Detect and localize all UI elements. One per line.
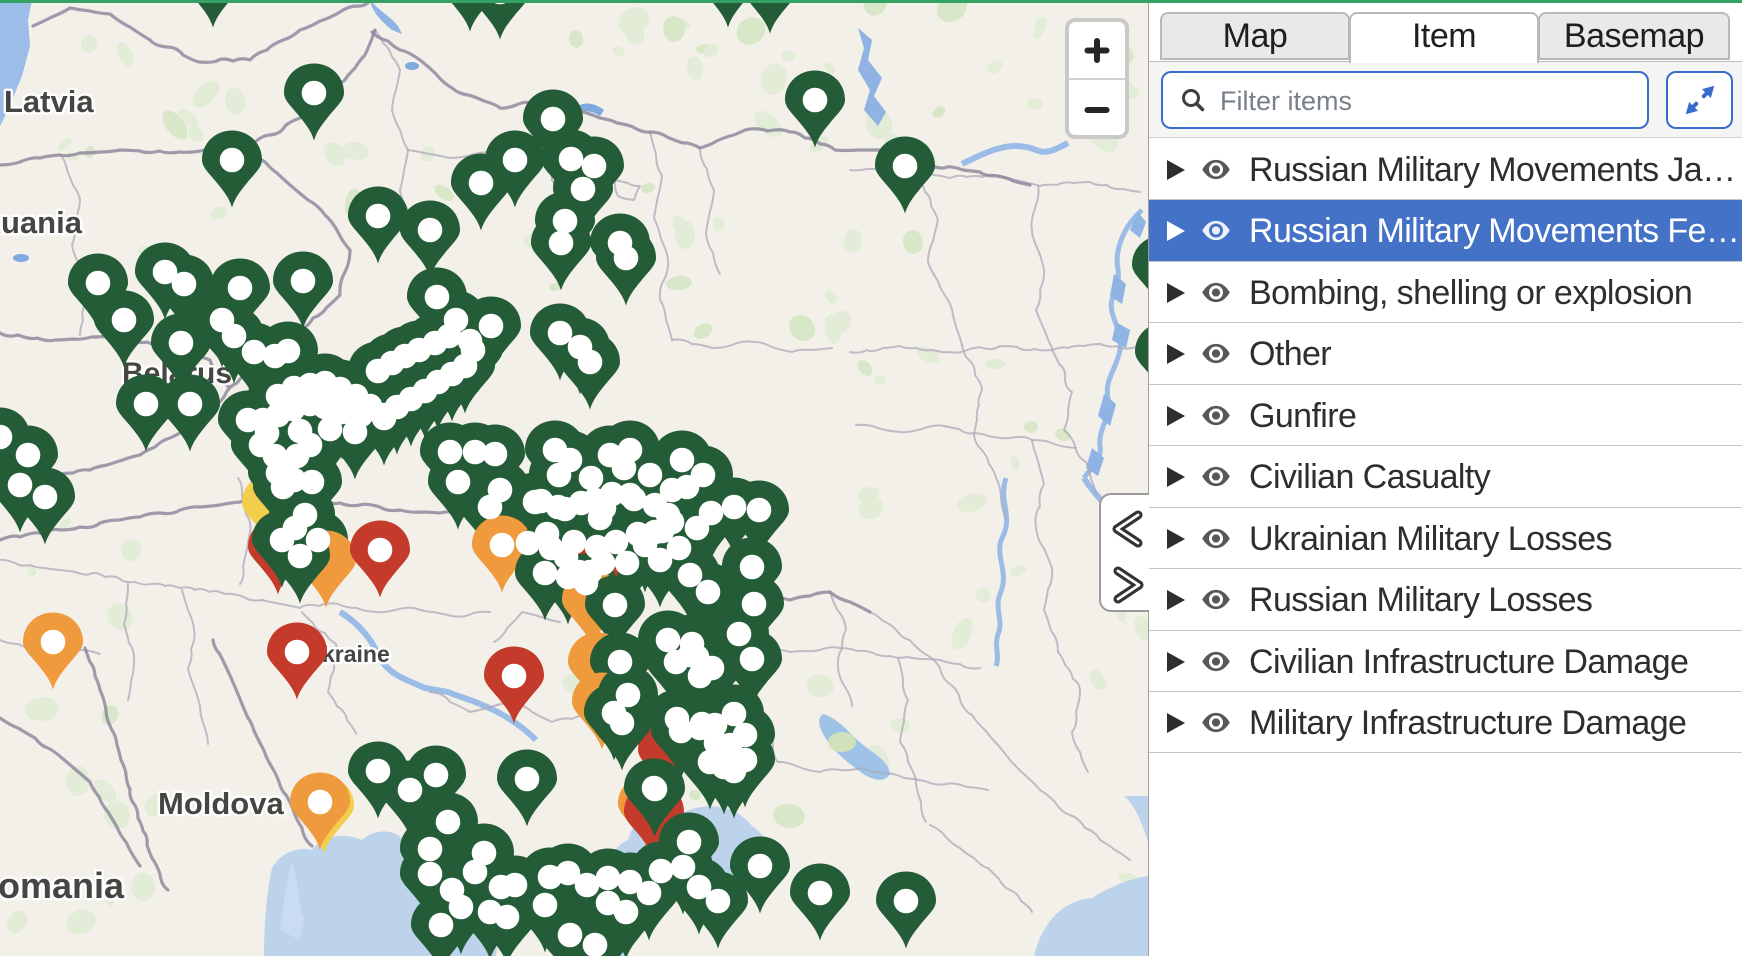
svg-text:Latvia: Latvia [4, 84, 94, 119]
svg-text:uania: uania [1, 205, 83, 240]
svg-text:kraine: kraine [322, 641, 390, 667]
svg-text:omania: omania [0, 865, 125, 906]
svg-text:Moldova: Moldova [158, 786, 284, 821]
